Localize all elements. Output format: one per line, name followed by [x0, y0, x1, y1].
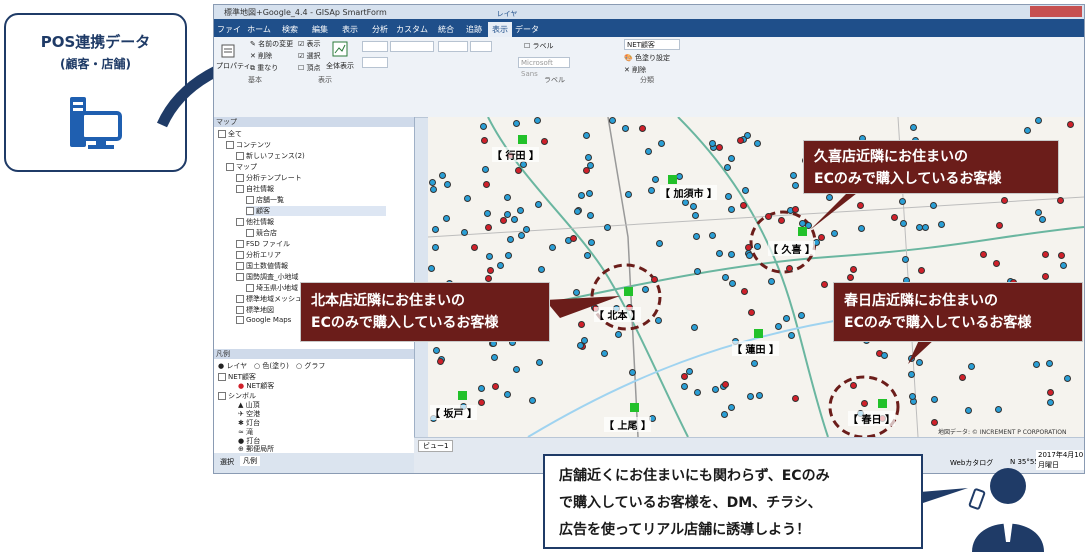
note-box: 店舗近くにお住まいにも関わらず、ECのみ で購入しているお客様を、DM、チラシ、… — [543, 454, 923, 549]
businessman-icon — [968, 468, 1044, 552]
callout-kuki: 久喜店近隣にお住まいの ECのみで購入しているお客様 — [803, 140, 1059, 194]
callout-line: 北本店近隣にお住まいの — [311, 293, 465, 309]
note-line: 店舗近くにお住まいにも関わらず、ECのみ — [559, 468, 830, 484]
note-line: で購入しているお客様を、DM、チラシ、 — [559, 495, 822, 511]
callout-line: ECのみで購入しているお客様 — [311, 315, 499, 331]
note-line: 広告を使ってリアル店舗に誘導しよう！ — [559, 522, 811, 538]
callout-line: 春日店近隣にお住まいの — [844, 293, 998, 309]
callout-line: ECのみで購入しているお客様 — [844, 315, 1032, 331]
callout-kasukabe: 春日店近隣にお住まいの ECのみで購入しているお客様 — [833, 282, 1083, 342]
callout-line: ECのみで購入しているお客様 — [814, 171, 1002, 187]
callout-line: 久喜店近隣にお住まいの — [814, 149, 968, 165]
callout-kitamoto: 北本店近隣にお住まいの ECのみで購入しているお客様 — [300, 282, 550, 342]
